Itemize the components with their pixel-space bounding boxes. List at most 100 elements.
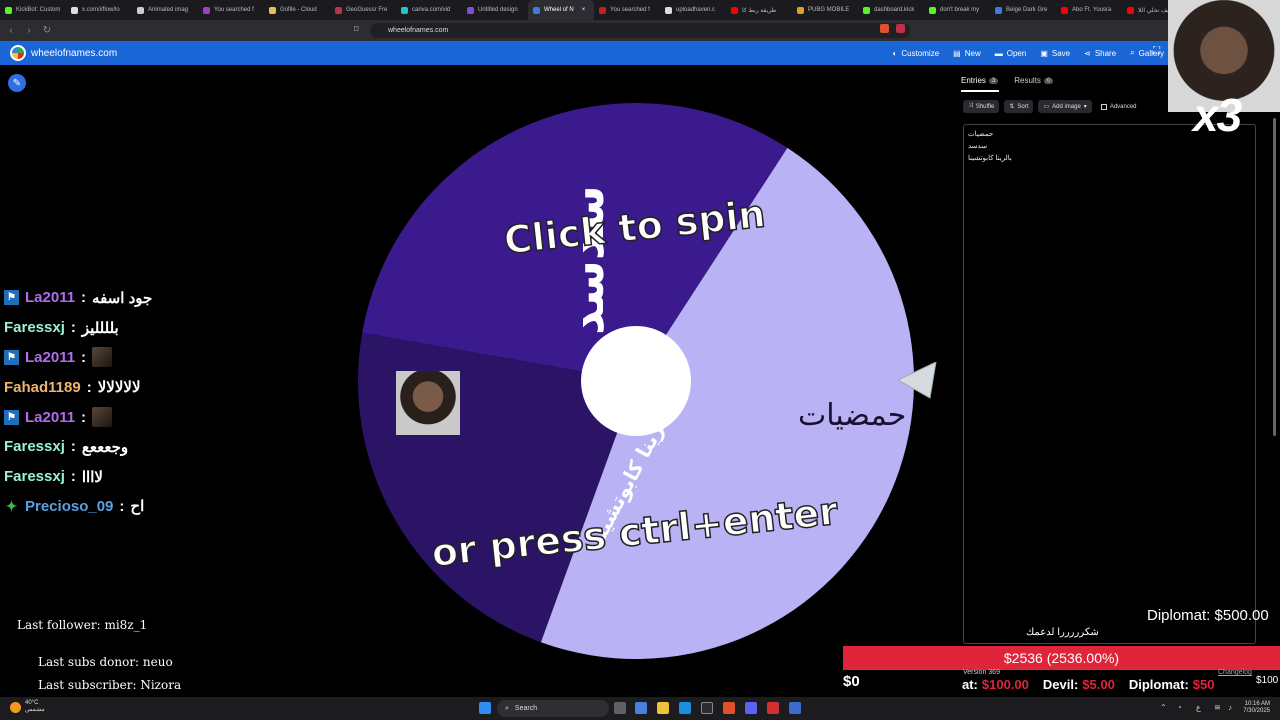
browser-tab[interactable]: Wheel of N × <box>528 0 594 20</box>
wifi-icon[interactable]: ≋ <box>1214 703 1221 712</box>
goal-start-amount: $0 <box>843 673 860 690</box>
menu-save-button[interactable]: ▣ Save <box>1040 49 1070 58</box>
browser-tab[interactable]: طريقة ربط كا <box>726 0 792 20</box>
price-item: Diplomat: $50 <box>1129 677 1215 692</box>
chat-text: وجعععع <box>81 438 129 456</box>
tab-results[interactable]: Results 0 <box>1014 76 1054 85</box>
wheel-logo-icon[interactable] <box>10 45 26 61</box>
obs-icon[interactable] <box>767 702 779 714</box>
entries-count-badge: 3 <box>988 77 999 84</box>
chat-message: ⚑ La2011: <box>4 343 152 373</box>
browser-tab[interactable]: uploadhaven.c <box>660 0 726 20</box>
sort-button[interactable]: ⇅ Sort <box>1004 100 1034 113</box>
network-icon[interactable]: ◔ <box>1177 703 1182 712</box>
chat-text: جود اسفه <box>92 289 153 307</box>
chat-username: Faressxj <box>4 319 65 337</box>
chat-separator: : <box>86 378 92 396</box>
price-item: Devil: $5.00 <box>1043 677 1115 692</box>
taskbar-clock[interactable]: 10:16 AM 7/30/2025 <box>1243 701 1270 715</box>
file-explorer-icon[interactable] <box>657 702 669 714</box>
chat-text: بلللليز <box>81 319 119 337</box>
tab-favicon-icon <box>335 6 342 14</box>
scrollbar[interactable] <box>1273 118 1276 436</box>
menu-open-button[interactable]: ▬ Open <box>995 49 1027 58</box>
menu-share-button[interactable]: ⋖ Share <box>1084 49 1116 58</box>
browser-tab[interactable]: don't break my <box>924 0 990 20</box>
fullscreen-icon[interactable]: ⛶ <box>1153 46 1160 57</box>
tab-label: don't break my <box>940 7 980 13</box>
advanced-checkbox[interactable]: Advanced <box>1100 103 1137 110</box>
tab-label: canva.com/vid <box>412 7 451 13</box>
site-name[interactable]: wheelofnames.com <box>31 48 117 59</box>
windows-start-icon[interactable] <box>479 702 491 714</box>
chat-message: Faressxj: بلللليز <box>4 313 152 343</box>
volume-icon[interactable]: ♪ <box>1228 703 1232 712</box>
task-view-icon[interactable] <box>614 702 626 714</box>
brave-shield-icon[interactable] <box>880 24 889 33</box>
browser-tab[interactable]: x.com/i/flow/lo <box>66 0 132 20</box>
edge-icon[interactable] <box>679 702 691 714</box>
advanced-label: Advanced <box>1109 103 1137 110</box>
app-icon[interactable] <box>789 702 801 714</box>
chat-separator: : <box>81 289 87 307</box>
folder-icon: ▬ <box>994 48 1003 58</box>
chat-separator: : <box>70 468 76 486</box>
changelog-link[interactable]: Changelog <box>1218 669 1252 676</box>
tab-label: KickBot: Custom <box>16 7 61 13</box>
windows-taskbar: 40°C مشمس ⌕ Search ⌃ ◔ ع ≋ ♪ 10:16 AM 7/3… <box>0 697 1280 720</box>
entries-textarea[interactable]: حمضيات سدسد بالرينا كابوتشينا <box>963 124 1256 644</box>
tab-label: Gofile - Cloud <box>280 7 317 13</box>
tab-label: Abo Ft. Yousra <box>1072 7 1112 13</box>
browser-tab[interactable]: Abo Ft. Yousra <box>1056 0 1122 20</box>
version-text: Version 369 <box>963 669 1000 676</box>
chat-emote <box>92 407 113 428</box>
palette-icon: ◐ <box>892 48 898 58</box>
close-tab-icon[interactable]: × <box>582 7 586 13</box>
weather-widget[interactable]: 40°C مشمس <box>10 700 45 714</box>
shuffle-button[interactable]: ⤨ Shuffle <box>963 100 1000 113</box>
language-icon[interactable]: ع <box>1196 703 1201 712</box>
chevron-up-icon[interactable]: ⌃ <box>1160 703 1167 712</box>
browser-tab[interactable]: KickBot: Custom <box>0 0 66 20</box>
taskbar-search[interactable]: ⌕ Search <box>497 700 609 717</box>
reload-icon[interactable]: ↻ <box>40 25 54 36</box>
bookmark-icon[interactable]: ⌑ <box>354 24 359 35</box>
browser-tab[interactable]: Untitled design <box>462 0 528 20</box>
browser-tab[interactable]: You searched f <box>594 0 660 20</box>
browser-tab[interactable]: You searched f <box>198 0 264 20</box>
store-icon[interactable] <box>701 702 713 714</box>
forward-icon[interactable]: › <box>22 25 36 36</box>
browser-tab[interactable]: Beige Dark Gre <box>990 0 1056 20</box>
extension-icon[interactable] <box>896 24 905 33</box>
url-text: wheelofnames.com <box>388 27 449 34</box>
menu-new-button[interactable]: ▤ New <box>953 49 981 58</box>
copilot-icon[interactable] <box>635 702 647 714</box>
browser-tab[interactable]: GeoGuessr Fre <box>330 0 396 20</box>
clock-date: 7/30/2025 <box>1243 708 1270 714</box>
shuffle-label: Shuffle <box>975 103 995 110</box>
menu-customize-button[interactable]: ◐ Customize <box>893 49 940 58</box>
share-icon: ⋖ <box>1084 48 1091 58</box>
back-icon[interactable]: ‹ <box>4 25 18 36</box>
tab-entries[interactable]: Entries 3 <box>961 76 999 85</box>
chat-text: لالالالالا <box>97 379 141 397</box>
add-image-button[interactable]: ▭ Add image ▾ <box>1038 100 1092 113</box>
browser-tab[interactable]: Gofile - Cloud <box>264 0 330 20</box>
browser-tab[interactable]: canva.com/vid <box>396 0 462 20</box>
browser-tab[interactable]: Animated imag <box>132 0 198 20</box>
tab-favicon-icon <box>995 6 1002 14</box>
discord-icon[interactable] <box>745 702 757 714</box>
tab-label: Untitled design <box>478 7 518 13</box>
tab-label: كيف تخلي اللا <box>1138 7 1172 14</box>
address-bar[interactable]: wheelofnames.com <box>370 23 910 38</box>
wheel-center[interactable] <box>581 326 691 436</box>
price-value: $5.00 <box>1082 677 1115 692</box>
browser-tab[interactable]: PUBG MOBILE <box>792 0 858 20</box>
menu-label: New <box>964 48 981 58</box>
edit-icon[interactable]: ✎ <box>8 74 26 92</box>
brave-icon[interactable] <box>723 702 735 714</box>
browser-tab[interactable]: dashboard.kick <box>858 0 924 20</box>
subscriber-badge-icon: ⚑ <box>4 409 19 425</box>
chat-message: ⚑ La2011: <box>4 402 152 432</box>
price-list: at: $100.00 Devil: $5.00 Diplomat: $50 <box>962 677 1215 692</box>
